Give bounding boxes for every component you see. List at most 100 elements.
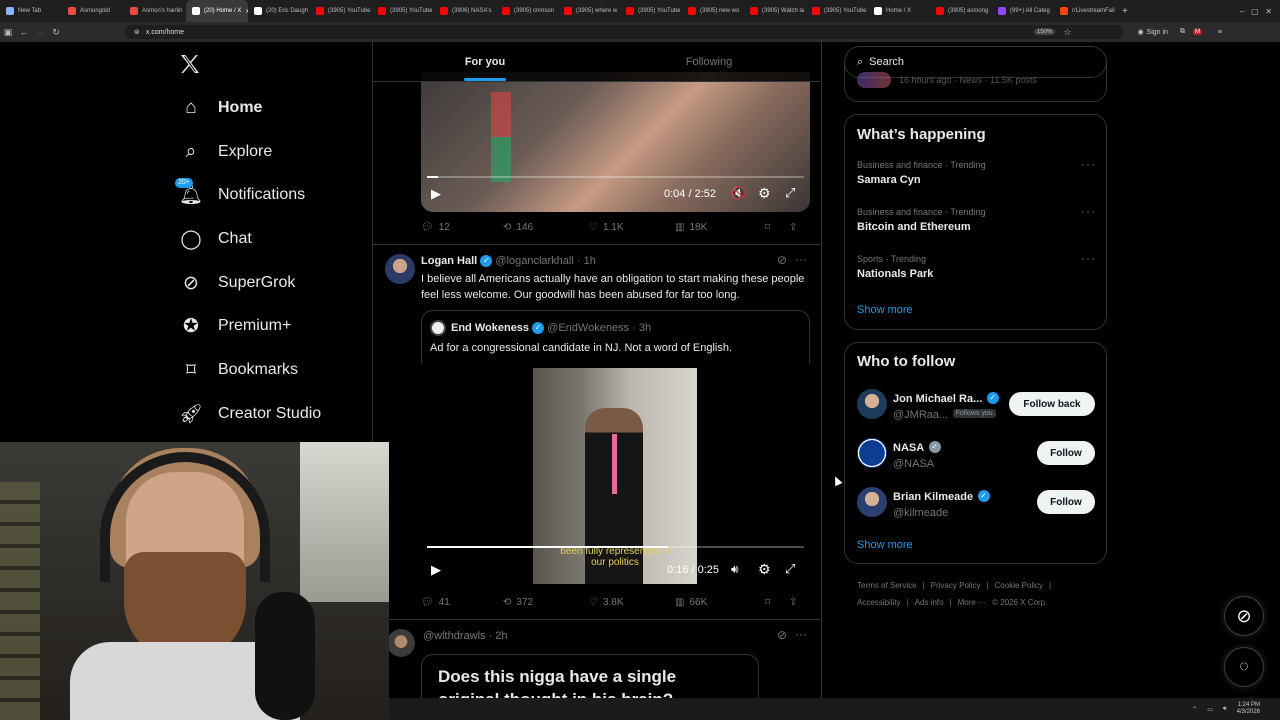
- chat-floating-button[interactable]: ◌: [1224, 647, 1264, 687]
- tab-following[interactable]: Following: [597, 42, 821, 81]
- post-video-player[interactable]: ▶ 0:04 / 2:52 🔇 ⚙ ⤢: [421, 72, 810, 212]
- avatar[interactable]: [387, 629, 415, 657]
- play-icon[interactable]: ▶: [431, 562, 441, 578]
- forward-icon[interactable]: →: [32, 27, 48, 37]
- author-handle[interactable]: @wlthdrawls: [423, 630, 486, 642]
- more-options-icon[interactable]: ···: [1081, 251, 1096, 265]
- nav-item-chat[interactable]: ◯ Chat: [180, 224, 251, 254]
- avatar[interactable]: [857, 389, 887, 419]
- follow-button[interactable]: Follow: [1037, 490, 1095, 514]
- x-logo[interactable]: [178, 52, 204, 78]
- site-info-icon[interactable]: ⊜: [134, 28, 140, 36]
- bookmark-button[interactable]: ⌑: [765, 222, 789, 233]
- browser-tab[interactable]: (3905) YouTube: [620, 0, 682, 22]
- reload-icon[interactable]: ↻: [48, 27, 64, 38]
- news-card[interactable]: 16 hours ago · News · 11.5K posts: [844, 60, 1107, 102]
- follow-suggestion[interactable]: Brian Kilmeade ✓ @kilmeade Follow: [857, 485, 1097, 519]
- grok-icon[interactable]: ⊘: [777, 628, 787, 642]
- more-options-icon[interactable]: ···: [1081, 157, 1096, 171]
- browser-tab[interactable]: (3905) YouTube: [372, 0, 434, 22]
- nav-item-explore[interactable]: ⌕ Explore: [180, 137, 273, 167]
- extensions-icon[interactable]: ⧉: [1180, 28, 1185, 36]
- show-more-link[interactable]: Show more: [857, 539, 913, 551]
- browser-tab[interactable]: Asmongold: [62, 0, 124, 22]
- extension-badge-icon[interactable]: M: [1192, 29, 1202, 35]
- views-button[interactable]: ▥ 18K: [675, 222, 765, 233]
- mute-icon[interactable]: 🔇: [731, 186, 746, 200]
- browser-menu-icon[interactable]: ≡: [1218, 29, 1222, 36]
- terms-link[interactable]: Terms of Service: [857, 581, 917, 590]
- nav-item-bookmarks[interactable]: ⌑ Bookmarks: [180, 355, 298, 385]
- bookmark-button[interactable]: ⌑: [765, 597, 789, 608]
- browser-tab[interactable]: (3906) NASA's: [434, 0, 496, 22]
- settings-icon[interactable]: ⚙: [758, 185, 771, 202]
- privacy-link[interactable]: Privacy Policy: [931, 581, 981, 590]
- nav-item-creator-studio[interactable]: 🚀︎ Creator Studio: [179, 399, 321, 429]
- new-tab-icon[interactable]: +: [1122, 6, 1128, 17]
- back-icon[interactable]: ←: [16, 27, 32, 37]
- grok-icon[interactable]: ⊘: [777, 253, 787, 267]
- browser-tab[interactable]: (3905) YouTube: [806, 0, 868, 22]
- share-button[interactable]: ⇪: [789, 597, 797, 608]
- follow-suggestion[interactable]: Jon Michael Ra... ✓ @JMRaa... Follows you…: [857, 387, 1097, 421]
- follow-suggestion[interactable]: NASA ✓ @NASA Follow: [857, 436, 1097, 470]
- views-button[interactable]: ▥ 66K: [675, 597, 765, 608]
- play-icon[interactable]: ▶: [431, 186, 441, 202]
- address-bar[interactable]: ⊜ x.com/home: [124, 25, 1124, 39]
- show-more-link[interactable]: Show more: [857, 304, 913, 316]
- share-button[interactable]: ⇪: [789, 222, 797, 233]
- follow-button[interactable]: Follow back: [1009, 392, 1095, 416]
- browser-tab[interactable]: (99+) All Categ: [992, 0, 1054, 22]
- accessibility-link[interactable]: Accessibility: [857, 598, 901, 607]
- reply-button[interactable]: 💬︎ 12: [421, 222, 503, 233]
- follow-button[interactable]: Follow: [1037, 441, 1095, 465]
- cookie-link[interactable]: Cookie Policy: [995, 581, 1043, 590]
- nav-item-notifications[interactable]: 🔔︎ 20+ Notifications: [175, 178, 305, 210]
- trend-item[interactable]: Business and finance · Trending Samara Cy…: [857, 157, 1097, 186]
- sign-in-button[interactable]: ◉ Sign in: [1137, 28, 1168, 37]
- browser-tab[interactable]: (20) Eric Daugh: [248, 0, 310, 22]
- avatar[interactable]: [385, 254, 415, 284]
- ads-info-link[interactable]: Ads info: [915, 598, 944, 607]
- video-progress-bar[interactable]: [427, 176, 804, 178]
- browser-tab[interactable]: (3905) YouTube: [310, 0, 372, 22]
- clock[interactable]: 1:24 PM 4/3/2026: [1237, 702, 1260, 716]
- tray-chevron-icon[interactable]: ⌃: [1192, 706, 1197, 713]
- more-options-icon[interactable]: ···: [1081, 204, 1096, 218]
- like-button[interactable]: ♡ 1.1K: [589, 222, 675, 233]
- browser-tab[interactable]: (3905) crimson: [496, 0, 558, 22]
- grok-floating-button[interactable]: ⊘: [1224, 596, 1264, 636]
- fullscreen-icon[interactable]: ⤢: [785, 561, 795, 577]
- like-button[interactable]: ♡ 3.8K: [589, 597, 675, 608]
- browser-tab[interactable]: (3905) Watch la: [744, 0, 806, 22]
- author-handle[interactable]: @loganclarkhall: [495, 255, 573, 267]
- avatar[interactable]: [857, 438, 887, 468]
- volume-icon[interactable]: 🔊︎: [731, 562, 739, 577]
- nav-item-premium[interactable]: ✪ Premium+: [180, 311, 291, 341]
- reply-button[interactable]: 💬︎ 41: [421, 597, 503, 608]
- volume-icon[interactable]: 🔊︎: [1223, 706, 1227, 713]
- browser-tab[interactable]: New Tab: [0, 0, 62, 22]
- settings-icon[interactable]: ⚙: [758, 561, 771, 578]
- browser-tab[interactable]: (3905) new wo: [682, 0, 744, 22]
- sidebar-toggle-icon[interactable]: ▣: [0, 27, 16, 38]
- post-time[interactable]: · 2h: [489, 630, 508, 642]
- repost-button[interactable]: ⟲ 372: [503, 597, 589, 608]
- browser-tab[interactable]: Asmon's hairlin: [124, 0, 186, 22]
- window-controls[interactable]: – ▢ ✕: [1240, 7, 1272, 16]
- repost-button[interactable]: ⟲ 146: [503, 222, 589, 233]
- fullscreen-icon[interactable]: ⤢: [785, 185, 795, 201]
- video-progress-bar[interactable]: [427, 546, 804, 548]
- more-options-icon[interactable]: ···: [795, 252, 807, 266]
- trend-item[interactable]: Business and finance · Trending Bitcoin a…: [857, 204, 1097, 233]
- trend-item[interactable]: Sports · Trending Nationals Park ···: [857, 251, 1097, 280]
- avatar[interactable]: [857, 487, 887, 517]
- zoom-indicator[interactable]: 150%: [1034, 29, 1056, 35]
- nav-item-home[interactable]: ⌂ Home: [180, 93, 262, 123]
- more-link[interactable]: More ···: [958, 598, 986, 607]
- nav-item-supergrok[interactable]: ⊘ SuperGrok: [180, 268, 295, 298]
- network-icon[interactable]: ▭: [1207, 706, 1213, 713]
- post-time[interactable]: · 1h: [577, 255, 596, 267]
- more-options-icon[interactable]: ···: [795, 627, 807, 641]
- author-name[interactable]: Logan Hall: [421, 255, 477, 267]
